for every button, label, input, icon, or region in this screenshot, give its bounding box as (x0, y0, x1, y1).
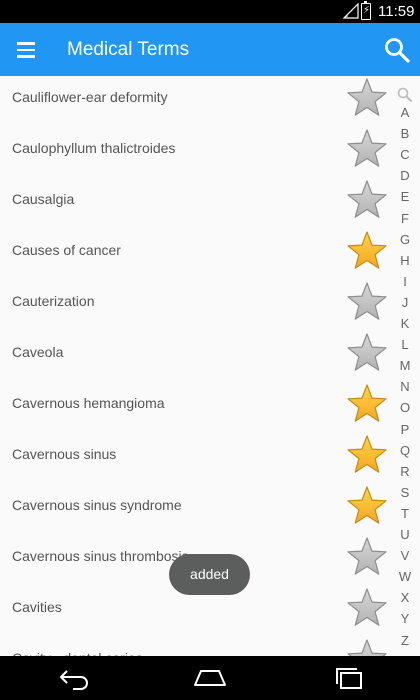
star-filled-icon[interactable] (345, 382, 389, 426)
star-filled-icon[interactable] (345, 433, 389, 477)
index-letter-q[interactable]: Q (392, 443, 418, 459)
index-letter-d[interactable]: D (392, 168, 418, 184)
list-item[interactable]: Caveola (0, 331, 392, 382)
index-letter-m[interactable]: M (392, 358, 418, 374)
index-letter-g[interactable]: G (392, 232, 418, 248)
list-item[interactable]: Causalgia (0, 178, 392, 229)
term-label: Cavernous sinus thrombosis (12, 548, 189, 564)
star-empty-icon[interactable] (345, 127, 389, 171)
index-letter-n[interactable]: N (392, 379, 418, 395)
list-item[interactable]: Cavernous sinus (0, 433, 392, 484)
index-letter-f[interactable]: F (392, 211, 418, 227)
term-label: Cauterization (12, 293, 95, 309)
term-label: Cavernous sinus syndrome (12, 497, 182, 513)
star-filled-icon[interactable] (345, 484, 389, 528)
index-letter-r[interactable]: R (392, 464, 418, 480)
index-letter-z[interactable]: Z (392, 633, 418, 649)
alphabet-index[interactable]: ABCDEFGHIJKLMNOPQRSTUVWXYZ (392, 84, 418, 654)
index-letter-o[interactable]: O (392, 400, 418, 416)
navigation-bar (0, 656, 420, 700)
index-letter-u[interactable]: U (392, 527, 418, 543)
index-letter-l[interactable]: L (392, 337, 418, 353)
app-bar: Medical Terms (0, 23, 420, 76)
term-label: Causes of cancer (12, 242, 121, 258)
index-letter-y[interactable]: Y (392, 611, 418, 627)
index-search-icon[interactable] (396, 86, 414, 104)
index-letter-x[interactable]: X (392, 590, 418, 606)
index-letter-j[interactable]: J (392, 295, 418, 311)
term-label: Causalgia (12, 191, 75, 207)
term-label: Cavernous hemangioma (12, 395, 165, 411)
list-item[interactable]: Cauliflower-ear deformity (0, 76, 392, 127)
term-label: Cauliflower-ear deformity (12, 89, 168, 105)
search-icon[interactable] (382, 35, 412, 65)
screen: ⚡ 11:59 Medical Terms Cauliflower-ear de… (0, 0, 420, 700)
index-letter-p[interactable]: P (392, 422, 418, 438)
toast-message: added (169, 554, 250, 595)
signal-icon (343, 3, 359, 19)
term-label: Cavity - dental caries (12, 637, 143, 656)
app-title: Medical Terms (67, 39, 190, 60)
list-item[interactable]: Caulophyllum thalictroides (0, 127, 392, 178)
star-empty-icon[interactable] (345, 637, 389, 656)
star-empty-icon[interactable] (345, 178, 389, 222)
back-icon[interactable] (53, 662, 97, 694)
index-letter-e[interactable]: E (392, 189, 418, 205)
term-label: Cavernous sinus (12, 446, 117, 462)
status-time: 11:59 (378, 3, 415, 20)
index-letter-h[interactable]: H (392, 253, 418, 269)
star-empty-icon[interactable] (345, 280, 389, 324)
term-label: Cavities (12, 599, 62, 615)
list-item[interactable]: Causes of cancer (0, 229, 392, 280)
list-item[interactable]: Cauterization (0, 280, 392, 331)
index-letter-i[interactable]: I (392, 274, 418, 290)
index-letter-t[interactable]: T (392, 506, 418, 522)
home-icon[interactable] (188, 662, 232, 694)
term-label: Caveola (12, 344, 64, 360)
list-item[interactable]: Cavernous sinus syndrome (0, 484, 392, 535)
index-letter-v[interactable]: V (392, 548, 418, 564)
star-empty-icon[interactable] (345, 535, 389, 579)
list-item[interactable]: Cavity - dental caries (0, 637, 392, 656)
index-letter-w[interactable]: W (392, 569, 418, 585)
index-letter-s[interactable]: S (392, 485, 418, 501)
index-letter-c[interactable]: C (392, 147, 418, 163)
index-letter-a[interactable]: A (392, 105, 418, 121)
status-bar: ⚡ 11:59 (0, 0, 420, 23)
index-letter-k[interactable]: K (392, 316, 418, 332)
recent-apps-icon[interactable] (327, 662, 371, 694)
star-empty-icon[interactable] (345, 331, 389, 375)
menu-icon[interactable] (10, 34, 42, 66)
term-label: Caulophyllum thalictroides (12, 140, 176, 156)
battery-icon: ⚡ (361, 1, 371, 20)
star-empty-icon[interactable] (345, 76, 389, 120)
list-item[interactable]: Cavernous hemangioma (0, 382, 392, 433)
star-filled-icon[interactable] (345, 229, 389, 273)
star-empty-icon[interactable] (345, 586, 389, 630)
index-letter-b[interactable]: B (392, 126, 418, 142)
